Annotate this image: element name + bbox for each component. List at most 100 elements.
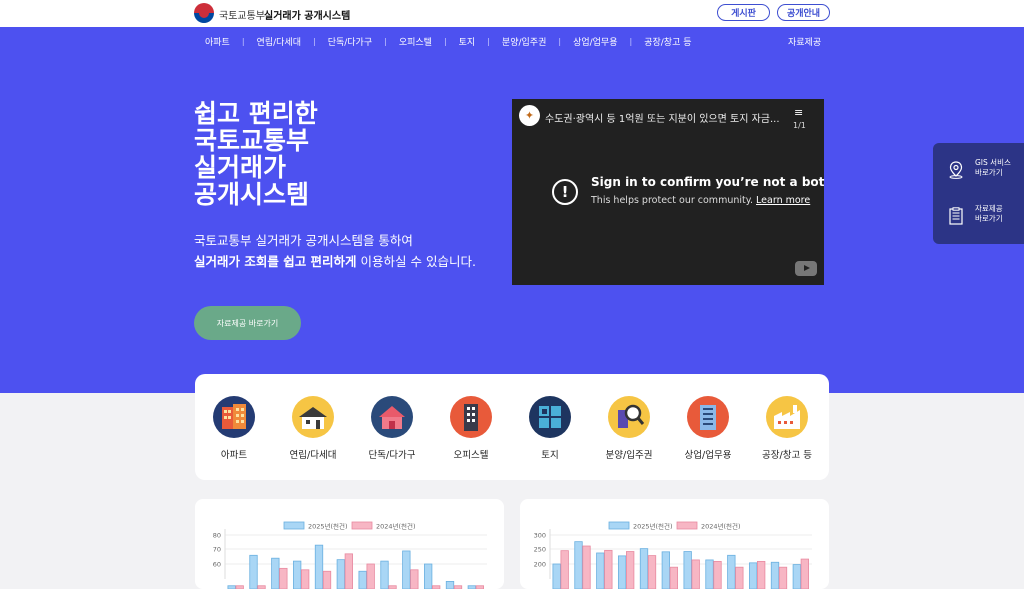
nav-item-data-provision[interactable]: 자료제공 (788, 35, 821, 48)
legend-label: 2025년(천건) (308, 522, 348, 531)
house-icon (371, 396, 413, 438)
nav-item-officetel[interactable]: 오피스텔 (399, 35, 432, 48)
category-detached[interactable]: 단독/다가구 (353, 396, 433, 466)
y-tick-label: 80 (213, 532, 221, 540)
gis-service-link[interactable]: GIS 서비스 바로가기 (947, 157, 1022, 187)
chart-bar (552, 563, 561, 589)
nav-item-detached[interactable]: 단독/다가구 (328, 35, 372, 48)
nav-divider: | (443, 37, 447, 46)
chart-bar (669, 566, 678, 589)
chart-bar (410, 569, 419, 589)
apartment-icon (213, 396, 255, 438)
chart-bar (626, 551, 635, 589)
nav-divider: | (312, 37, 316, 46)
side-label-line: GIS 서비스 (975, 158, 1011, 167)
category-commercial[interactable]: 상업/업무용 (669, 396, 749, 466)
top-bar: 국토교통부 실거래가 공개시스템 게시판 공개안내 (0, 0, 1024, 27)
map-pin-icon (949, 161, 963, 179)
category-land[interactable]: 토지 (511, 396, 591, 466)
warning-icon: ! (552, 179, 578, 205)
headline-line: 실거래가 (194, 153, 287, 182)
chart-bar (727, 554, 736, 589)
side-label-line: 바로가기 (975, 213, 1003, 223)
legend-label: 2024년(천건) (376, 522, 416, 531)
chart-bar (792, 564, 801, 589)
category-label: 연립/다세대 (289, 450, 337, 461)
hero-description-rest: 이용하실 수 있습니다. (356, 254, 476, 269)
category-apartment[interactable]: 아파트 (195, 396, 275, 466)
nav-item-townhouse[interactable]: 연립/다세대 (257, 35, 301, 48)
chart-bar (713, 560, 722, 589)
y-tick-label: 300 (534, 532, 546, 540)
video-error-sub: This helps protect our community. Learn … (591, 195, 810, 206)
hero-description-bold: 실거래가 조회를 쉽고 편리하게 (194, 254, 357, 269)
chart-bar (314, 544, 324, 589)
chart-bar (249, 554, 258, 589)
chart-bar (778, 566, 788, 589)
chart-bar (647, 555, 657, 589)
video-error-message: Sign in to confirm you’re not a bot (591, 175, 825, 189)
chart-bar (596, 552, 605, 589)
quick-links-panel: GIS 서비스 바로가기 자료제공 바로가기 (933, 143, 1024, 244)
board-button[interactable]: 게시판 (717, 4, 770, 21)
gis-service-label: GIS 서비스 바로가기 (975, 158, 1011, 177)
category-presale[interactable]: 분양/입주권 (590, 396, 670, 466)
learn-more-link[interactable]: Learn more (756, 195, 810, 206)
category-townhouse[interactable]: 연립/다세대 (274, 396, 354, 466)
nav-item-land[interactable]: 토지 (459, 35, 476, 48)
nav-item-presale[interactable]: 분양/입주권 (502, 35, 546, 48)
nav-divider: | (558, 37, 562, 46)
legend-label: 2025년(천건) (633, 522, 673, 531)
chart-bar (445, 581, 455, 589)
data-provision-link[interactable]: 자료제공 바로가기 (947, 203, 1022, 233)
nav-divider: | (487, 37, 490, 46)
chart-bar (574, 541, 583, 589)
main-nav: 아파트 | 연립/다세대 | 단독/다가구 | 오피스텔 | 토지 | 분양/입주권 | 상… (205, 35, 692, 48)
category-officetel[interactable]: 오피스텔 (432, 396, 512, 466)
legend-swatch (283, 521, 305, 530)
legend-swatch (351, 521, 373, 530)
chart-bar (301, 569, 310, 589)
government-emblem-icon[interactable] (194, 3, 214, 23)
nav-item-factory[interactable]: 공장/창고 등 (644, 35, 691, 48)
y-tick-label: 70 (213, 546, 221, 554)
nav-item-commercial[interactable]: 상업/업무용 (573, 35, 617, 48)
category-factory[interactable]: 공장/창고 등 (748, 396, 828, 466)
townhouse-icon (292, 396, 334, 438)
nav-divider: | (384, 37, 387, 46)
chart-bar (735, 566, 744, 589)
video-player[interactable]: ✦ 수도권·광역시 등 1억원 또는 지분이 있으면 토지 자금... ≡ 1/… (512, 99, 824, 285)
category-label: 분양/입주권 (605, 450, 653, 461)
channel-avatar-icon[interactable]: ✦ (519, 105, 540, 126)
chart-bar (293, 560, 302, 589)
chart-bar (604, 549, 613, 589)
hero-description-line2: 실거래가 조회를 쉽고 편리하게 이용하실 수 있습니다. (194, 251, 476, 270)
chart-bar (582, 545, 591, 589)
info-button[interactable]: 공개안내 (777, 4, 830, 21)
hero-section: 아파트 | 연립/다세대 | 단독/다가구 | 오피스텔 | 토지 | 분양/입주권 | 상… (0, 27, 1024, 393)
chart-bar (705, 559, 714, 589)
youtube-logo-icon[interactable] (795, 261, 817, 276)
factory-icon (766, 396, 808, 438)
headline-line: 공개시스템 (194, 180, 310, 209)
system-name[interactable]: 실거래가 공개시스템 (264, 7, 350, 22)
side-label-line: 자료제공 (975, 204, 1003, 213)
chart-bar (336, 559, 345, 589)
category-label: 토지 (541, 450, 559, 461)
data-provision-cta-button[interactable]: 자료제공 바로가기 (194, 306, 301, 340)
org-name[interactable]: 국토교통부 (219, 7, 265, 22)
legend-swatch (676, 521, 698, 530)
y-tick-label: 250 (534, 546, 546, 554)
playlist-icon[interactable]: ≡ (794, 106, 803, 119)
video-title[interactable]: 수도권·광역시 등 1억원 또는 지분이 있으면 토지 자금... (545, 110, 781, 125)
video-error-sub-text: This helps protect our community. (591, 195, 754, 206)
chart-bar (639, 548, 649, 589)
chart-bar (358, 570, 367, 589)
headline-line: 쉽고 편리한 (194, 99, 318, 128)
category-label: 오피스텔 (453, 450, 489, 461)
nav-item-apartment[interactable]: 아파트 (205, 35, 230, 48)
chart-bar (424, 563, 433, 589)
chart-bar (691, 559, 700, 589)
hero-headline: 쉽고 편리한 국토교통부 실거래가 공개시스템 (194, 100, 318, 208)
chart-bar (683, 551, 692, 589)
